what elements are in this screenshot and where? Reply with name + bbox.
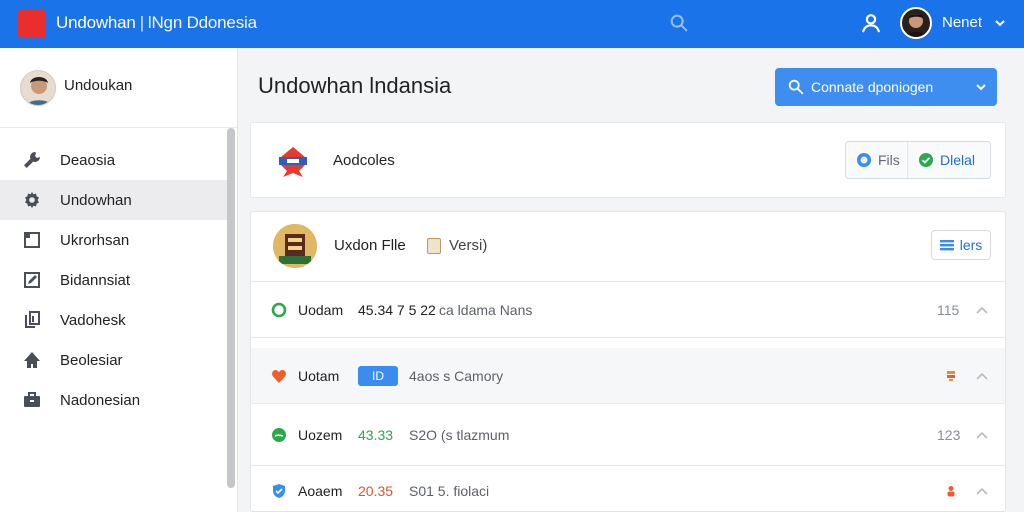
brand-divider: | — [139, 13, 144, 32]
row-value: 20.35 — [358, 482, 394, 499]
primary-action-button[interactable]: Connate dponiogen — [775, 68, 997, 106]
sidebar-item-undowhan[interactable]: Undowhan — [0, 180, 228, 220]
files-label: Fils — [878, 152, 900, 168]
chevron-up-icon[interactable] — [975, 371, 989, 381]
list-view-label: lers — [959, 237, 983, 253]
sidebar-item-label: Beolesiar — [60, 351, 123, 369]
row-name: Uozem — [298, 426, 343, 443]
flag-icon — [947, 370, 955, 381]
row-value: 45.34 7 5 22 — [358, 301, 436, 318]
heart-icon — [272, 369, 286, 383]
version-tag-icon — [427, 237, 441, 254]
sidebar-item-nadonesian[interactable]: Nadonesian — [0, 380, 228, 420]
shield-icon — [273, 483, 285, 498]
avatar — [20, 70, 56, 106]
leaf-icon — [272, 427, 286, 442]
chevron-down-icon[interactable] — [994, 17, 1006, 29]
top-bar: Undowhan | lNgn Ddonesia Nenet — [0, 0, 1024, 48]
brand-name: Undowhan — [56, 13, 136, 32]
list-icon — [939, 240, 954, 251]
circle-icon — [271, 302, 287, 317]
wrench-icon — [24, 152, 40, 168]
user-icon[interactable] — [860, 12, 882, 34]
globe-icon — [857, 153, 871, 167]
chevron-down-icon[interactable] — [975, 81, 987, 93]
person-icon — [947, 485, 955, 496]
primary-action-label: Connate dponiogen — [811, 79, 934, 95]
table-row[interactable]: Aoaem 20.35 S01 5. fiolaci — [251, 466, 1005, 511]
view-toggle: Fils Dlelal — [845, 141, 991, 179]
row-value-chip[interactable]: ID — [358, 365, 398, 386]
sidebar-item-label: Ukrorhsan — [60, 231, 130, 249]
sidebar-item-ukrorhsan[interactable]: Ukrorhsan — [0, 220, 228, 260]
digital-label: Dlelal — [940, 152, 976, 168]
search-icon[interactable] — [668, 12, 690, 34]
sidebar-item-label: Bidannsiat — [60, 271, 131, 289]
files-toggle-button[interactable]: Fils — [846, 142, 908, 178]
file-list-header: Uxdon Flle Versi) lers — [251, 212, 1005, 282]
card-label: Aodcoles — [333, 152, 395, 169]
table-row[interactable]: Uodam 45.34 7 5 22 ca ldama Nans 115 — [251, 282, 1005, 338]
file-list-card: Uxdon Flle Versi) lers Uodam 45.34 7 5 2… — [250, 211, 1006, 512]
avatar[interactable] — [900, 7, 932, 39]
briefcase-icon — [24, 392, 40, 407]
sidebar: Undoukan Deaosia Undowhan Ukrorhsan Bida… — [0, 48, 238, 512]
search-icon — [788, 79, 804, 95]
version-text: Versi) — [449, 237, 488, 254]
row-description: ca ldama Nans — [439, 301, 533, 318]
row-count: 123 — [937, 426, 961, 443]
avatar — [273, 224, 317, 268]
table-row[interactable]: Uozem 43.33 S2O (s tlazmum 123 — [251, 404, 1005, 466]
version-label: Versi) — [427, 237, 487, 254]
brand-subtitle: lNgn Ddonesia — [147, 13, 257, 32]
app-logo[interactable] — [18, 10, 46, 38]
user-name[interactable]: Nenet — [942, 14, 982, 31]
emblem-icon — [279, 147, 307, 177]
sidebar-item-label: Deaosia — [60, 151, 116, 169]
chevron-up-icon[interactable] — [975, 486, 989, 496]
row-description: S01 5. fiolaci — [409, 482, 490, 499]
document-icon — [25, 311, 40, 328]
row-name: Uodam — [298, 301, 344, 318]
profile-name: Undoukan — [64, 77, 133, 94]
row-name: Aoaem — [298, 482, 343, 499]
digital-toggle-button[interactable]: Dlelal — [908, 142, 975, 178]
check-circle-icon — [919, 153, 933, 167]
sidebar-item-label: Nadonesian — [60, 391, 141, 409]
frame-icon — [24, 232, 40, 248]
sidebar-item-bidannsiat[interactable]: Bidannsiat — [0, 260, 228, 300]
summary-card: Aodcoles Fils Dlelal — [250, 122, 1006, 198]
edit-icon — [24, 272, 40, 288]
row-name: Uotam — [298, 367, 340, 384]
table-row[interactable]: Uotam ID 4aos s Camory — [251, 348, 1005, 404]
page-title: Undowhan lndansia — [258, 73, 452, 98]
gear-icon — [25, 192, 39, 208]
sidebar-nav: Deaosia Undowhan Ukrorhsan Bidannsiat Va… — [0, 140, 228, 420]
sidebar-item-label: Vadohesk — [60, 311, 126, 329]
sidebar-item-label: Undowhan — [60, 191, 132, 209]
list-view-button[interactable]: lers — [931, 230, 991, 260]
sidebar-scrollbar[interactable] — [227, 128, 235, 488]
row-description: 4aos s Camory — [409, 367, 504, 384]
row-count: 115 — [937, 301, 960, 318]
file-title: Uxdon Flle — [334, 237, 406, 254]
row-value: 43.33 — [358, 426, 394, 443]
sidebar-item-deaosia[interactable]: Deaosia — [0, 140, 228, 180]
chevron-up-icon[interactable] — [975, 430, 989, 440]
sidebar-profile[interactable]: Undoukan — [0, 48, 238, 128]
row-description: S2O (s tlazmum — [409, 426, 510, 443]
sidebar-item-beolesiar[interactable]: Beolesiar — [0, 340, 228, 380]
app-brand: Undowhan | lNgn Ddonesia — [56, 13, 257, 33]
chevron-up-icon[interactable] — [975, 305, 989, 315]
sidebar-item-vadohesk[interactable]: Vadohesk — [0, 300, 228, 340]
home-icon — [24, 352, 40, 368]
